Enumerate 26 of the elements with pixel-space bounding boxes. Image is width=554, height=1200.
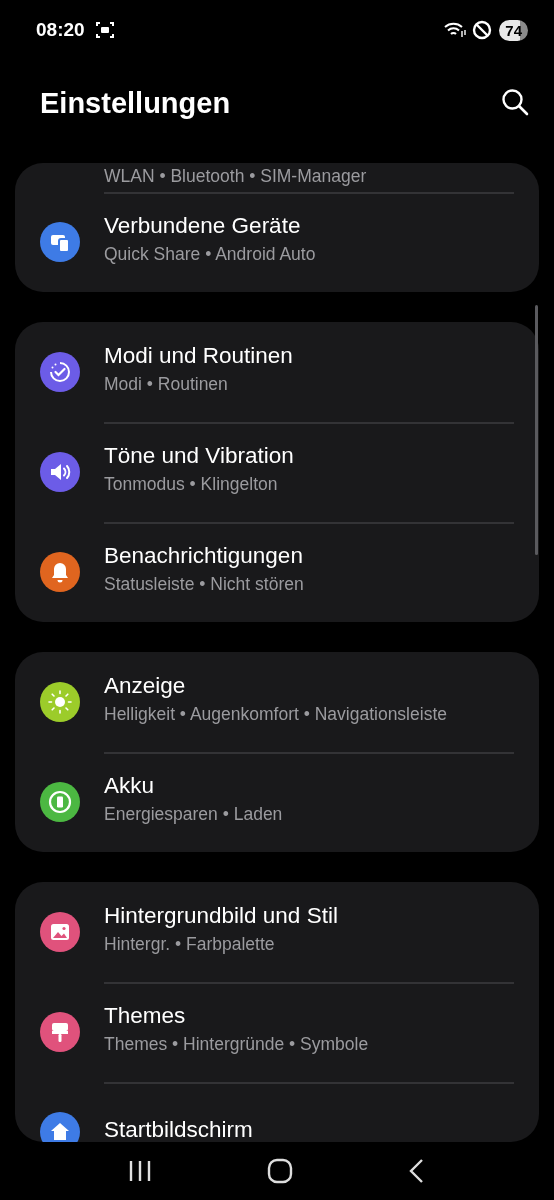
item-subtitle: Hintergr. • Farbpalette [104, 933, 276, 955]
item-subtitle: Helligkeit • Augenkomfort • Navigationsleiste [104, 703, 447, 725]
item-title[interactable]: Startbildschirm [104, 1118, 253, 1142]
page-title: Einstellungen [40, 87, 231, 120]
item-subtitle: Energiesparen • Laden [104, 803, 283, 825]
battery-level: 74 [499, 19, 528, 41]
wifi-icon [443, 20, 468, 40]
clock: 08:20 [36, 19, 85, 41]
item-title[interactable]: Hintergrundbild und Stil [104, 905, 338, 928]
item-title[interactable]: Benachrichtigungen [104, 545, 304, 568]
item-title[interactable]: Töne und Vibration [104, 445, 294, 468]
item-subtitle: Modi • Routinen [104, 373, 229, 395]
item-subtitle: WLAN • Bluetooth • SIM-Manager [104, 166, 367, 187]
item-subtitle: Themes • Hintergründe • Symbole [104, 1033, 369, 1055]
item-title[interactable]: Themes [104, 1005, 369, 1028]
item-title[interactable]: Akku [104, 775, 283, 798]
item-title[interactable]: Modi und Routinen [104, 345, 293, 368]
item-subtitle: Tonmodus • Klingelton [104, 473, 279, 495]
item-subtitle: Statusleiste • Nicht stören [104, 573, 304, 595]
item-title[interactable]: Anzeige [104, 675, 447, 698]
home-icon[interactable] [267, 1158, 293, 1184]
screenshot-icon [94, 20, 115, 40]
item-title[interactable]: Verbundene Geräte [104, 215, 316, 238]
item-subtitle: Quick Share • Android Auto [104, 243, 316, 265]
do-not-disturb-icon [471, 19, 494, 41]
recents-icon[interactable] [127, 1159, 153, 1183]
